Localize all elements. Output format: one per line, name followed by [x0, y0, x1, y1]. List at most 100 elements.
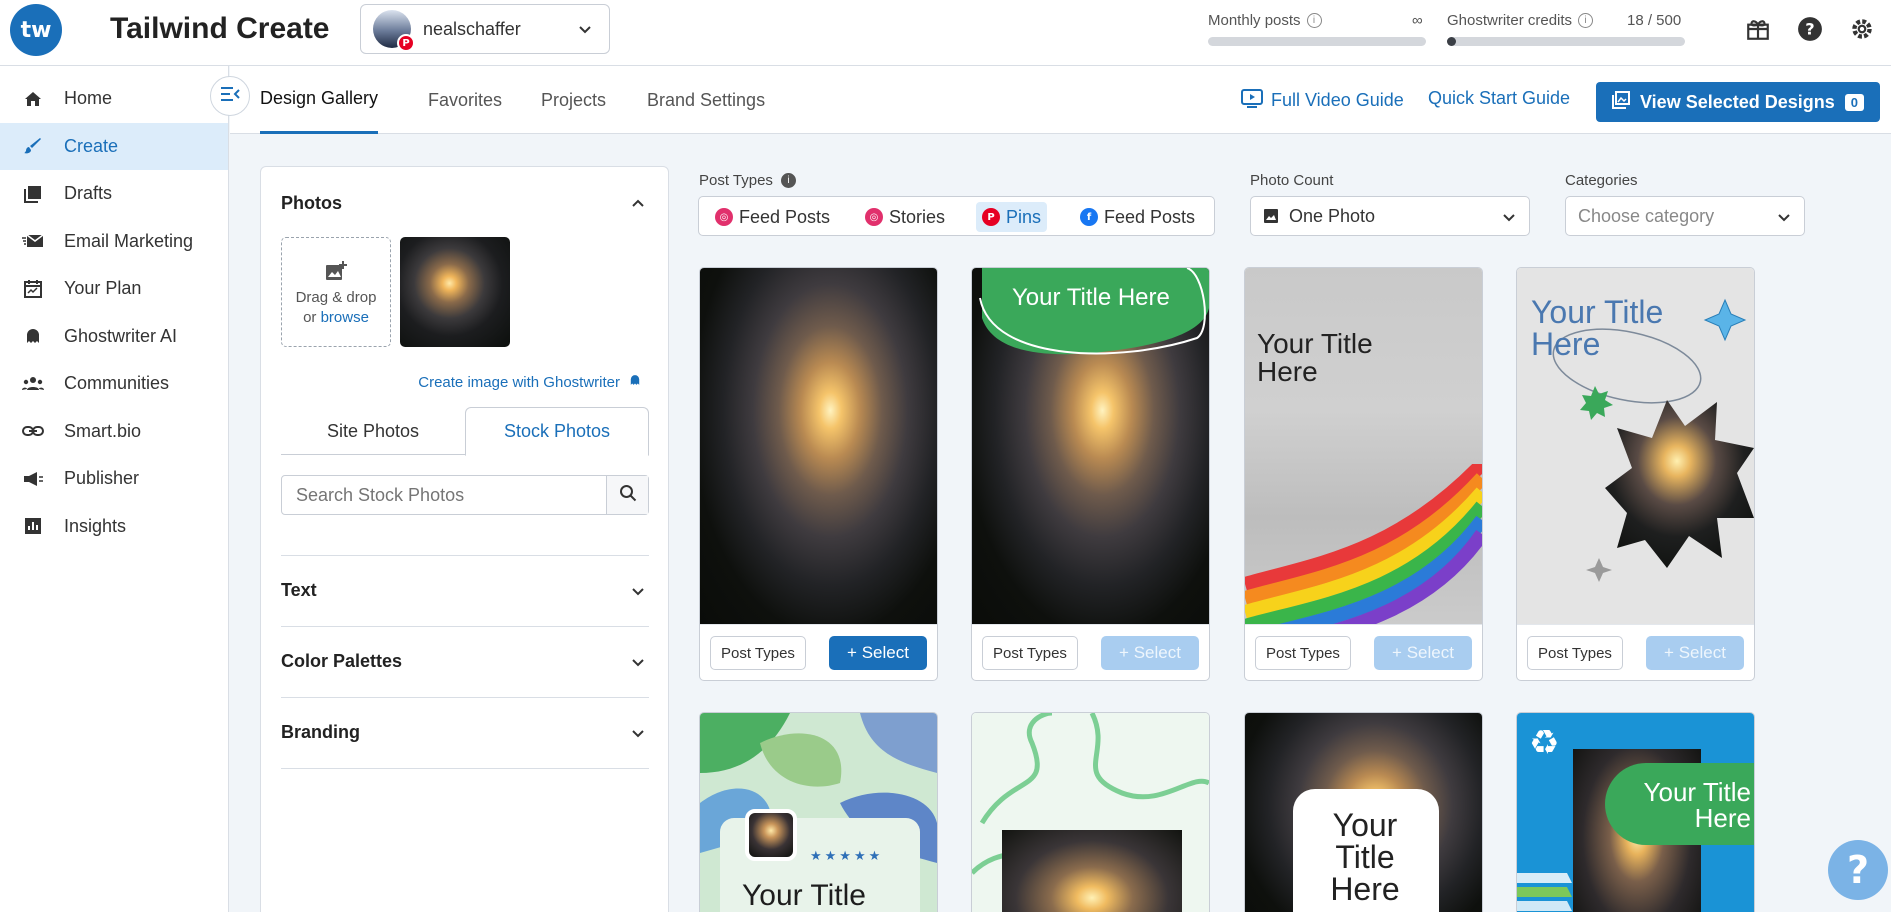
photo-dropzone[interactable]: Drag & drop or browse — [281, 237, 391, 347]
post-types-button[interactable]: Post Types — [710, 636, 806, 670]
design-preview — [700, 268, 937, 624]
recycle-icon: ♻ — [1529, 724, 1560, 762]
branding-heading[interactable]: Branding — [281, 722, 360, 743]
browse-link[interactable]: browse — [321, 309, 369, 326]
chart-icon — [22, 515, 44, 537]
photo-count-label: Photo Count — [1250, 172, 1334, 189]
quick-start-guide-link[interactable]: Quick Start Guide — [1428, 88, 1570, 109]
design-card[interactable] — [971, 712, 1210, 912]
sidebar-item-smart-bio[interactable]: Smart.bio — [0, 408, 228, 456]
sidebar-item-insights[interactable]: Insights — [0, 503, 228, 551]
select-button[interactable]: + Select — [829, 636, 927, 670]
tab-site-photos[interactable]: Site Photos — [281, 407, 465, 455]
color-palettes-heading[interactable]: Color Palettes — [281, 651, 402, 672]
search-button[interactable] — [606, 476, 648, 514]
info-icon[interactable]: i — [1306, 13, 1322, 28]
facebook-icon: f — [1080, 208, 1098, 226]
search-input[interactable] — [282, 476, 606, 514]
chevron-down-icon — [1776, 209, 1792, 230]
categories-label: Categories — [1565, 172, 1638, 189]
help-icon[interactable]: ? — [1795, 14, 1825, 44]
image-icon — [1263, 208, 1279, 224]
photo-frame — [1002, 830, 1182, 912]
tab-stock-photos[interactable]: Stock Photos — [465, 407, 649, 456]
full-video-guide-link[interactable]: Full Video Guide — [1241, 88, 1404, 113]
sidebar-item-label: Insights — [64, 515, 127, 536]
sidebar-item-publisher[interactable]: Publisher — [0, 455, 228, 503]
design-card[interactable]: Post Types + Select — [699, 267, 938, 681]
post-type-facebook-feed[interactable]: f Feed Posts — [1074, 202, 1201, 232]
sidebar-item-communities[interactable]: Communities — [0, 360, 228, 408]
view-selected-designs-label: View Selected Designs — [1640, 91, 1835, 112]
design-card[interactable]: ★★★★★ Your Title — [699, 712, 938, 912]
design-preview — [972, 713, 1209, 912]
chevron-down-icon[interactable] — [630, 654, 646, 675]
tailwind-logo[interactable]: tw — [10, 4, 62, 56]
post-type-label: Feed Posts — [739, 206, 831, 227]
pinterest-icon: P — [982, 208, 1000, 226]
post-type-instagram-stories[interactable]: ◎ Stories — [859, 202, 951, 232]
sidebar-item-label: Create — [64, 135, 119, 156]
design-card[interactable]: Your Title Here Post Types + Select — [1244, 267, 1483, 681]
sidebar-item-label: Publisher — [64, 468, 140, 489]
select-button[interactable]: + Select — [1374, 636, 1472, 670]
post-types-button[interactable]: Post Types — [1255, 636, 1351, 670]
help-chat-button[interactable]: ? — [1828, 840, 1888, 900]
account-name: nealschaffer — [423, 18, 521, 39]
sidebar-item-home[interactable]: Home — [0, 75, 228, 123]
brush-icon — [22, 135, 44, 157]
settings-icon[interactable] — [1847, 14, 1877, 44]
design-card[interactable]: Your Title Here Post Types + Select — [971, 267, 1210, 681]
post-types-filter-label: Post Types i — [699, 172, 796, 189]
post-type-instagram-feed[interactable]: ◎ Feed Posts — [709, 202, 836, 232]
sidebar-item-label: Email Marketing — [64, 230, 194, 251]
instagram-icon: ◎ — [715, 208, 733, 226]
design-title-text: Your Title Here — [1330, 807, 1400, 907]
chevron-down-icon[interactable] — [630, 583, 646, 604]
design-preview: Your Title Here — [1245, 713, 1482, 912]
design-card[interactable]: Your Title Here ♻ — [1516, 712, 1755, 912]
tab-projects[interactable]: Projects — [541, 66, 606, 134]
select-button[interactable]: + Select — [1646, 636, 1744, 670]
tab-design-gallery[interactable]: Design Gallery — [260, 66, 379, 134]
gift-icon[interactable] — [1743, 14, 1773, 44]
photo-count-select[interactable]: One Photo — [1250, 196, 1530, 236]
photo-thumbnail — [745, 809, 797, 861]
design-preview: Your Title Here — [1245, 268, 1482, 624]
post-type-pinterest-pins[interactable]: P Pins — [976, 202, 1048, 232]
info-icon[interactable]: i — [780, 173, 796, 188]
design-card[interactable]: Your Title Here Post Types + Select — [1516, 267, 1755, 681]
monthly-posts-value: ∞ — [1412, 12, 1423, 29]
chevron-down-icon[interactable] — [630, 725, 646, 746]
post-types-button[interactable]: Post Types — [1527, 636, 1623, 670]
sidebar-item-drafts[interactable]: Drafts — [0, 170, 228, 218]
categories-select[interactable]: Choose category — [1565, 196, 1805, 236]
photos-heading[interactable]: Photos — [281, 193, 342, 214]
create-image-ghostwriter-link[interactable]: Create image with Ghostwriter — [418, 373, 642, 391]
sidebar-item-email-marketing[interactable]: Email Marketing — [0, 218, 228, 266]
collapse-sidebar-button[interactable] — [210, 76, 250, 116]
instagram-icon: ◎ — [865, 208, 883, 226]
chevron-up-icon[interactable] — [630, 195, 646, 216]
tab-brand-settings[interactable]: Brand Settings — [647, 66, 765, 134]
selected-photo-thumbnail[interactable] — [400, 237, 510, 347]
design-title-text: Your Title — [742, 879, 866, 912]
view-selected-designs-button[interactable]: View Selected Designs 0 — [1596, 82, 1880, 122]
text-section-heading[interactable]: Text — [281, 580, 317, 601]
post-types-button[interactable]: Post Types — [982, 636, 1078, 670]
sidebar-item-ghostwriter-ai[interactable]: Ghostwriter AI — [0, 313, 228, 361]
design-card[interactable]: Your Title Here — [1244, 712, 1483, 912]
link-icon — [22, 420, 44, 442]
sidebar-item-your-plan[interactable]: Your Plan — [0, 265, 228, 313]
account-switcher[interactable]: P nealschaffer — [360, 4, 610, 54]
info-icon[interactable]: i — [1578, 13, 1594, 28]
design-preview: Your Title Here — [972, 268, 1209, 624]
tab-favorites[interactable]: Favorites — [428, 66, 502, 134]
photo-source-tabs: Site Photos Stock Photos — [281, 407, 649, 456]
design-preview: ★★★★★ Your Title — [700, 713, 937, 912]
select-button[interactable]: + Select — [1101, 636, 1199, 670]
design-title-text: Your Title Here — [1531, 294, 1664, 362]
sidebar-item-create[interactable]: Create — [0, 122, 228, 170]
sidebar-item-label: Home — [64, 88, 113, 109]
pinterest-badge-icon: P — [397, 34, 415, 52]
